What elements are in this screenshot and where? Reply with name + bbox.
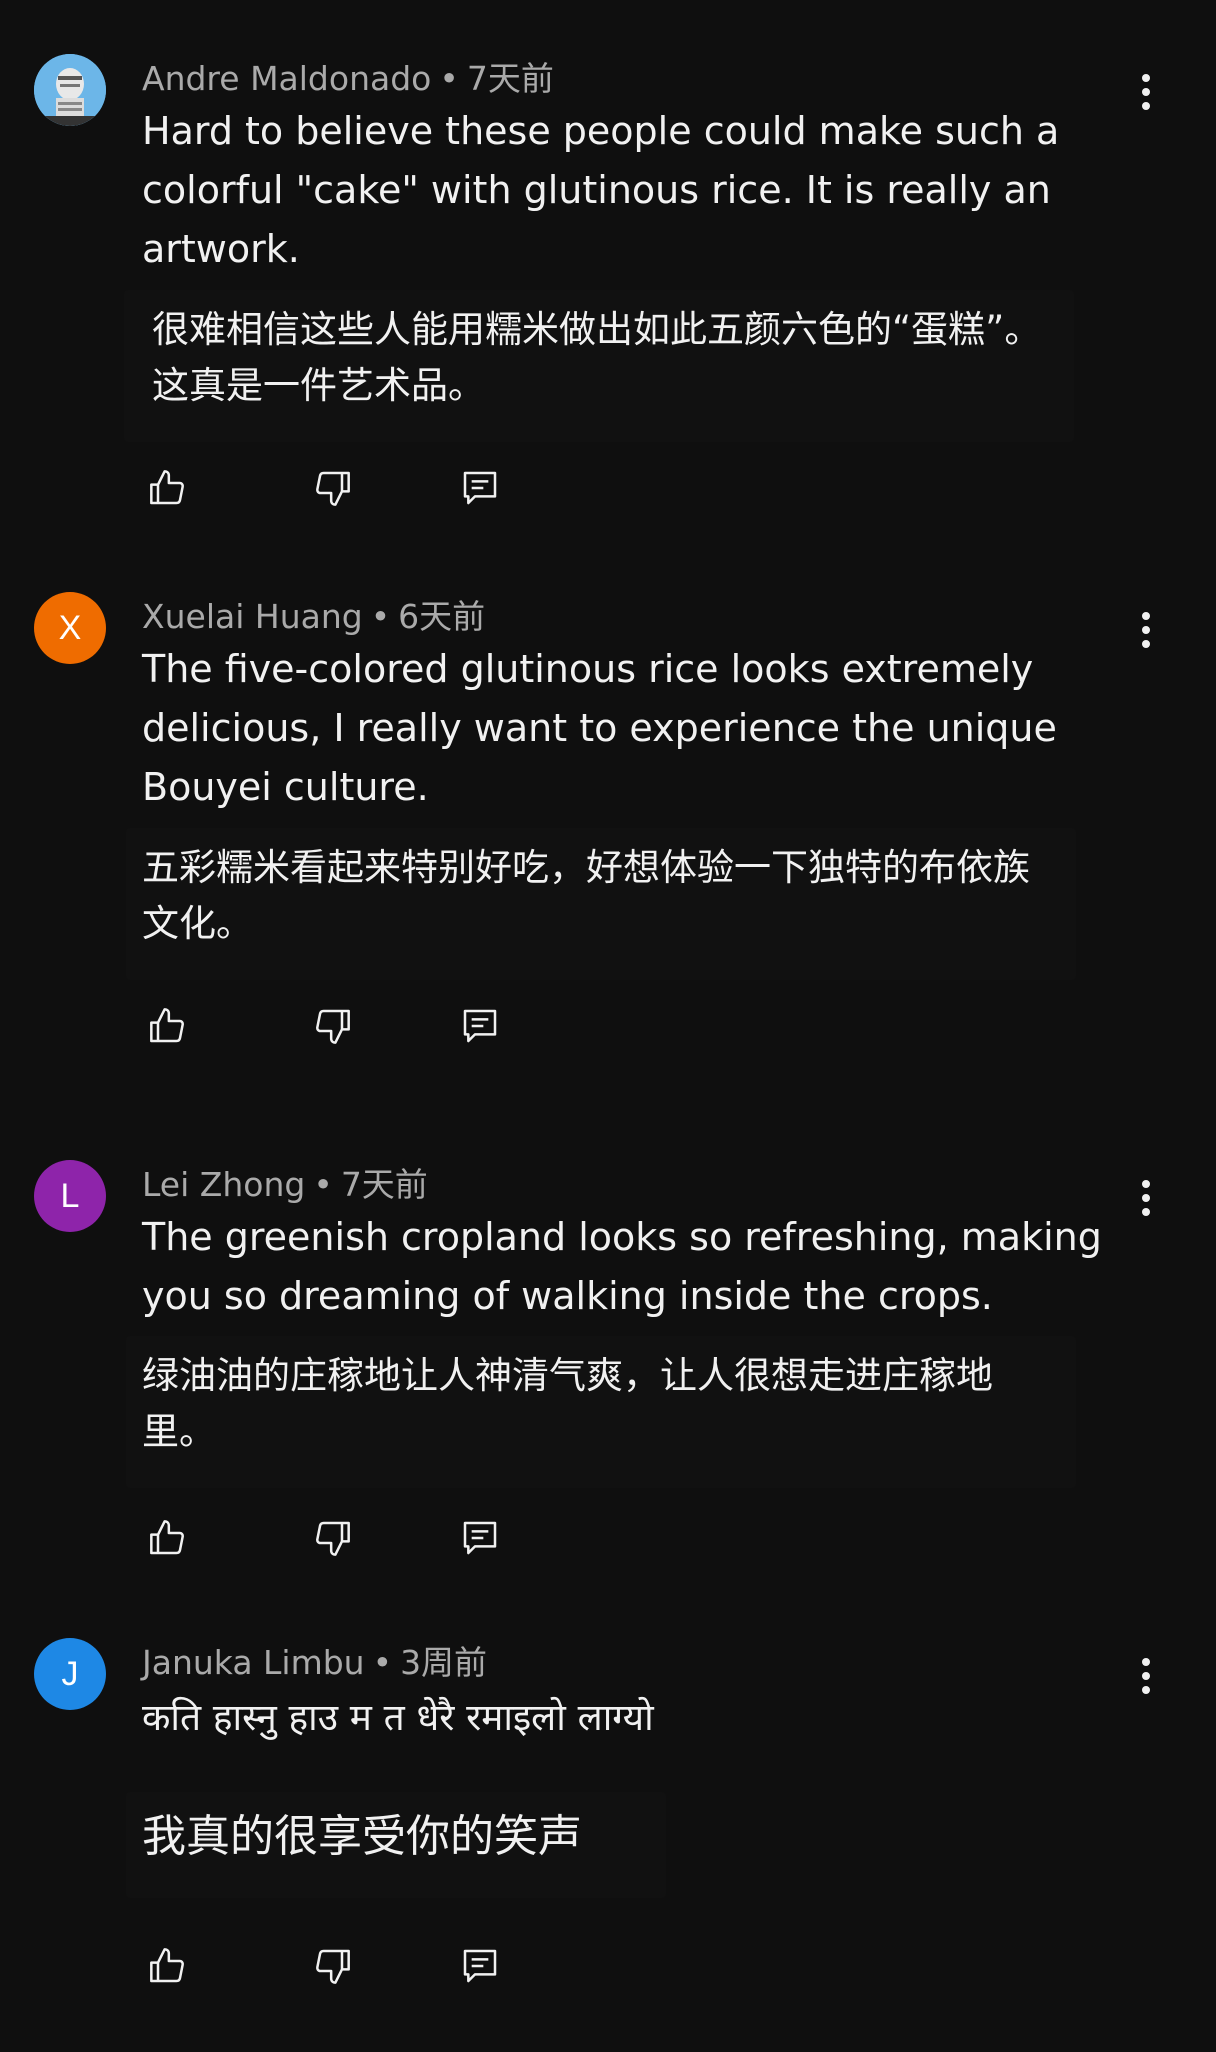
reply-icon [463,1521,497,1555]
dislike-button[interactable] [306,1000,358,1052]
comment-translation: 很难相信这些人能用糯米做出如此五颜六色的“蛋糕”。这真是一件艺术品。 [124,290,1074,442]
separator-dot: • [370,597,391,636]
thumbs-up-icon [150,1948,184,1983]
avatar-letter: J [61,1654,79,1693]
avatar[interactable]: L [34,1160,106,1232]
more-options-button[interactable] [1126,1170,1166,1226]
comment-text: The five-colored glutinous rice looks ex… [142,647,1057,809]
more-vert-icon [1142,74,1150,110]
comment-text: Hard to believe these people could make … [142,109,1060,271]
separator-dot: • [313,1165,333,1204]
reply-icon [463,471,497,505]
reply-button[interactable] [454,462,506,514]
comment-time: 3周前 [400,1643,488,1682]
thumbs-up-icon [150,1520,184,1555]
more-vert-icon [1142,1658,1150,1694]
thumbs-down-icon [316,471,350,506]
dislike-button[interactable] [306,1512,358,1564]
author-name[interactable]: Januka Limbu [142,1643,365,1682]
avatar[interactable] [34,54,106,126]
like-button[interactable] [142,1512,194,1564]
more-options-button[interactable] [1126,602,1166,658]
avatar-illustration-icon [34,54,106,126]
more-vert-icon [1142,1180,1150,1216]
more-options-button[interactable] [1126,64,1166,120]
author-name[interactable]: Xuelai Huang [142,597,363,636]
comment-header: Januka Limbu • 3周前 [142,1638,487,1688]
comment-header: Lei Zhong • 7天前 [142,1160,428,1210]
thumbs-down-icon [316,1521,350,1556]
avatar-letter: X [58,608,82,647]
comment-header: Andre Maldonado • 7天前 [142,54,554,104]
comment-translation: 绿油油的庄稼地让人神清气爽，让人很想走进庄稼地里。 [126,1336,1076,1488]
comment-time: 6天前 [398,597,486,636]
thumbs-up-icon [150,470,184,505]
thumbs-down-icon [316,1009,350,1044]
reply-button[interactable] [454,1940,506,1992]
thumbs-up-icon [150,1008,184,1043]
reply-icon [463,1949,497,1983]
author-name[interactable]: Andre Maldonado [142,59,431,98]
like-button[interactable] [142,462,194,514]
dislike-button[interactable] [306,1940,358,1992]
reply-icon [463,1009,497,1043]
avatar[interactable]: J [34,1638,106,1710]
author-name[interactable]: Lei Zhong [142,1165,305,1204]
like-button[interactable] [142,1000,194,1052]
comment-header: Xuelai Huang • 6天前 [142,592,485,642]
comment-text: कति हास्नु हाउ म त धेरै रमाइलो लाग्यो [142,1696,654,1739]
comment-time: 7天前 [340,1165,428,1204]
avatar[interactable]: X [34,592,106,664]
separator-dot: • [439,59,459,98]
more-options-button[interactable] [1126,1648,1166,1704]
dislike-button[interactable] [306,462,358,514]
reply-button[interactable] [454,1000,506,1052]
comment-text: The greenish cropland looks so refreshin… [142,1215,1102,1318]
like-button[interactable] [142,1940,194,1992]
reply-button[interactable] [454,1512,506,1564]
avatar-letter: L [60,1176,80,1215]
comment-time: 7天前 [466,59,554,98]
more-vert-icon [1142,612,1150,648]
thumbs-down-icon [316,1949,350,1984]
comment-translation: 我真的很享受你的笑声 [126,1792,666,1898]
separator-dot: • [372,1643,393,1682]
comment-translation: 五彩糯米看起来特别好吃，好想体验一下独特的布依族文化。 [126,828,1076,980]
